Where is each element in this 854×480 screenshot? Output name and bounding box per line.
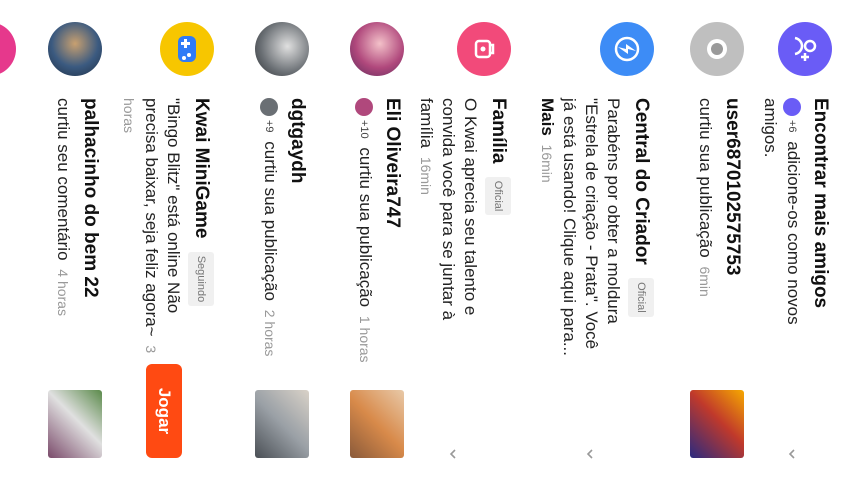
notification-title: Central do Criador	[630, 98, 652, 265]
notification-text: curtiu sua publicação	[696, 98, 715, 258]
notification-text: O Kwai aprecia seu talento e convida voc…	[417, 98, 480, 321]
liker-count: +6	[786, 120, 799, 133]
gamepad-icon	[178, 36, 196, 62]
notification-text: curtiu seu comentário	[54, 98, 73, 261]
liker-count: +9	[263, 120, 276, 133]
notification-title: user6870102575753	[722, 98, 743, 276]
liker-avatars: +10	[353, 98, 375, 139]
list-item[interactable]: Central do Criador Oficial Parabéns por …	[524, 0, 654, 480]
family-icon	[474, 39, 495, 59]
liker-avatars: +9	[258, 98, 280, 133]
user-avatar[interactable]	[350, 22, 404, 76]
family-avatar[interactable]	[457, 22, 511, 76]
more-link[interactable]: Mais	[538, 98, 557, 136]
chevron-down-icon[interactable]	[447, 448, 459, 460]
user-avatar[interactable]	[255, 22, 309, 76]
timestamp: 4 horas	[55, 269, 71, 316]
notification-text: curtiu sua publicação	[261, 141, 280, 301]
notification-text: curtiu sua publicação	[356, 147, 375, 308]
chevron-down-icon[interactable]	[584, 448, 596, 460]
post-thumbnail[interactable]	[255, 390, 309, 458]
list-item[interactable]: Encontrar mais amigos +6 adicione-os com…	[752, 0, 832, 480]
timestamp: 2 horas	[262, 309, 278, 357]
official-badge: Oficial	[628, 278, 654, 317]
notification-title: Família	[487, 98, 509, 164]
notification-title: dgtgaydh	[287, 98, 308, 184]
chevron-down-icon[interactable]	[786, 448, 798, 460]
following-badge: Seguindo	[188, 251, 214, 307]
creator-center-avatar[interactable]	[600, 22, 654, 76]
timestamp: 6min	[697, 266, 713, 297]
notifications-screen: Encontrar mais amigos +6 adicione-os com…	[0, 0, 854, 480]
minigame-avatar[interactable]	[160, 22, 214, 76]
notification-title: palhacinho do bem 22	[80, 98, 101, 298]
post-thumbnail[interactable]	[350, 390, 404, 458]
liker-avatars: +6	[781, 98, 803, 133]
list-item[interactable]: palhacinho do bem 22 curtiu seu comentár…	[12, 0, 102, 480]
find-friends-avatar[interactable]	[778, 22, 832, 76]
list-item[interactable]: dgtgaydh +9 curtiu sua publicação 2 hora…	[214, 0, 309, 480]
timestamp: 16min	[418, 156, 434, 195]
person-add-icon	[794, 36, 817, 61]
notification-title: Encontrar mais amigos	[810, 98, 831, 309]
user-avatar[interactable]	[690, 22, 744, 76]
notification-title: Kwai MiniGame	[190, 98, 212, 239]
default-avatar-icon	[707, 39, 727, 59]
list-item[interactable]: user6870102575753 curtiu sua publicação …	[654, 0, 744, 480]
lightning-icon	[614, 36, 640, 62]
post-thumbnail[interactable]	[690, 390, 744, 458]
official-badge: Oficial	[485, 176, 511, 216]
timestamp: 16min	[539, 144, 555, 183]
liker-count: +10	[358, 120, 371, 139]
list-item-partial[interactable]	[0, 0, 16, 480]
notification-title: Eli Oliveira747	[382, 98, 403, 228]
timestamp: 1 horas	[357, 315, 373, 363]
notification-text: Parabéns por obter a moldura "Estrela de…	[560, 98, 623, 357]
play-button[interactable]: Jogar	[146, 364, 182, 458]
notification-text: "Bingo Blitz" está online Não precisa ba…	[142, 98, 183, 337]
user-avatar[interactable]	[0, 22, 16, 76]
user-avatar[interactable]	[48, 22, 102, 76]
list-item[interactable]: Eli Oliveira747 +10 curtiu sua publicaçã…	[309, 0, 404, 480]
list-item[interactable]: Família Oficial O Kwai aprecia seu talen…	[396, 0, 511, 480]
list-item[interactable]: Kwai MiniGame Seguindo "Bingo Blitz" est…	[94, 0, 214, 480]
post-thumbnail[interactable]	[48, 390, 102, 458]
